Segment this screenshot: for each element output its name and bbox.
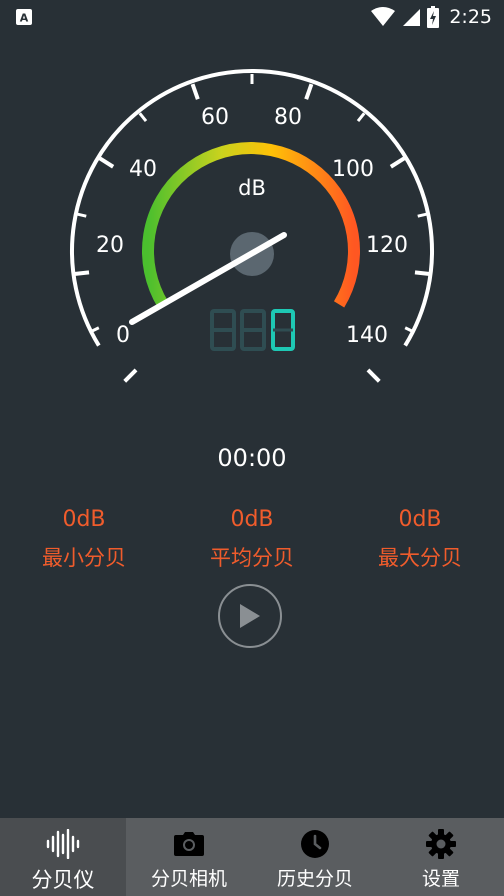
stats-row: 0dB 最小分贝 0dB 平均分贝 0dB 最大分贝 [0, 505, 504, 573]
major-tick [389, 156, 406, 169]
nav-item-history[interactable]: 历史分贝 [252, 818, 378, 896]
major-tick [190, 83, 200, 100]
level-color-arc [142, 142, 360, 308]
digit-display [210, 309, 295, 351]
sound-wave-icon [46, 829, 80, 859]
wifi-icon [371, 7, 396, 26]
tick-label-120: 120 [366, 233, 408, 258]
nav-item-settings[interactable]: 设置 [378, 818, 504, 896]
clock-icon [301, 830, 329, 858]
stat-avg: 0dB 平均分贝 [168, 505, 336, 573]
stat-avg-value: 0dB [230, 507, 274, 532]
stat-min-value: 0dB [62, 507, 106, 532]
tick-label-40: 40 [129, 157, 157, 182]
stat-max-value: 0dB [398, 507, 442, 532]
minor-tick [417, 212, 428, 218]
minor-tick [138, 112, 148, 123]
tick-label-20: 20 [96, 233, 124, 258]
signal-icon [403, 9, 421, 26]
major-tick [123, 368, 138, 383]
gear-icon [426, 829, 456, 859]
stat-min: 0dB 最小分贝 [0, 505, 168, 573]
minor-tick [356, 112, 366, 123]
stat-max: 0dB 最大分贝 [336, 505, 504, 573]
svg-text:A: A [20, 12, 29, 25]
unit-label: dB [238, 176, 266, 200]
nav-label: 历史分贝 [276, 868, 353, 890]
app-notification-icon: A [16, 9, 32, 25]
nav-label: 分贝相机 [150, 868, 227, 890]
nav-label: 分贝仪 [31, 868, 95, 892]
outer-dial-arc [70, 69, 434, 347]
tick-label-60: 60 [201, 105, 229, 130]
major-tick [72, 270, 90, 277]
minor-tick [76, 212, 87, 218]
tick-label-140: 140 [346, 323, 388, 348]
bottom-nav: 分贝仪 分贝相机 历史分贝 设置 [0, 818, 504, 896]
nav-item-decibel-camera[interactable]: 分贝相机 [126, 818, 252, 896]
tick-label-100: 100 [332, 157, 374, 182]
battery-icon [427, 6, 440, 28]
major-tick [98, 156, 115, 169]
camera-icon [174, 832, 204, 856]
status-time: 2:25 [449, 6, 492, 28]
play-icon [240, 604, 260, 628]
major-tick [366, 368, 381, 383]
decibel-gauge: 0 20 40 60 80 100 120 140 dB [0, 60, 504, 390]
stat-max-label: 最大分贝 [378, 546, 462, 570]
tick-label-0: 0 [116, 323, 130, 348]
recording-timer: 00:00 [217, 444, 287, 472]
play-button[interactable] [218, 584, 282, 648]
nav-item-decibel-meter[interactable]: 分贝仪 [0, 818, 126, 896]
tick-label-80: 80 [274, 105, 302, 130]
nav-label: 设置 [421, 868, 460, 890]
stat-avg-label: 平均分贝 [210, 546, 294, 570]
major-tick [414, 270, 432, 277]
major-tick [304, 83, 314, 100]
stat-min-label: 最小分贝 [42, 546, 126, 570]
status-bar: A 2:25 [0, 0, 504, 34]
